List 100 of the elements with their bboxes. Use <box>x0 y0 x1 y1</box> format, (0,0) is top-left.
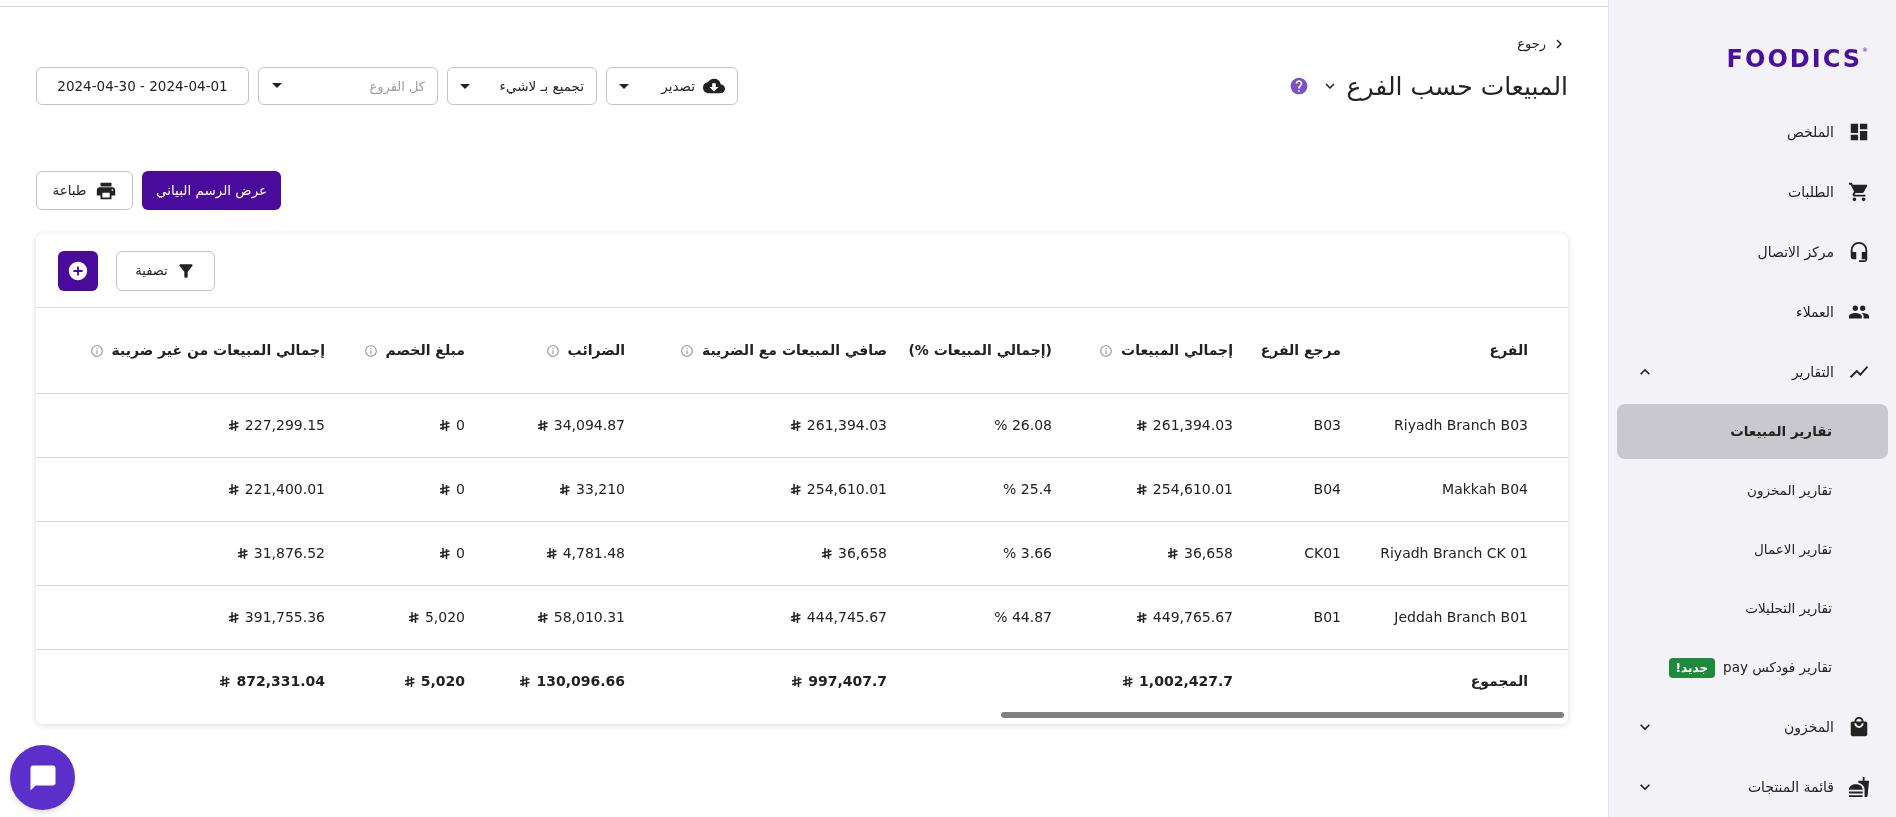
amount: 34,094.87 <box>553 416 625 435</box>
riyal-icon <box>536 611 548 624</box>
column-header: صافي المبيعات مع الضريبة <box>701 341 887 361</box>
column-header: الضرائب <box>567 341 625 361</box>
table-cell-text: B03 <box>1313 416 1341 435</box>
nav-item[interactable]: التقارير <box>1609 342 1896 402</box>
filter-button[interactable]: تصفية <box>116 250 215 291</box>
caret-icon <box>460 83 470 89</box>
nav-item[interactable]: مركز الاتصال <box>1609 222 1896 282</box>
nav-subitem[interactable]: تقارير التحليلات <box>1617 581 1888 636</box>
amount: 391,755.36 <box>244 608 325 627</box>
nav-label: المخزون <box>1782 717 1834 738</box>
nav-label: العملاء <box>1795 302 1834 322</box>
riyal-icon <box>236 547 248 560</box>
table-cell-text: CK01 <box>1304 544 1341 563</box>
info-icon[interactable] <box>545 343 560 358</box>
riyal-icon <box>789 419 801 432</box>
riyal-icon <box>1135 611 1147 624</box>
table-cell-text: Riyadh Branch B03 <box>1394 416 1528 435</box>
amount: 58,010.31 <box>553 608 625 627</box>
nav-label: الملخص <box>1785 122 1834 143</box>
cart-icon <box>1848 181 1870 203</box>
dashboard-icon <box>1848 121 1870 143</box>
riyal-icon <box>1122 674 1134 688</box>
table-cell-text: B01 <box>1313 608 1341 627</box>
riyal-icon <box>227 483 239 496</box>
nav-subitem[interactable]: تقارير المخزون <box>1617 463 1888 518</box>
nav-subitem[interactable]: تقارير الاعمال <box>1617 522 1888 577</box>
column-header: مرجع الفرع <box>1260 341 1341 361</box>
info-icon[interactable] <box>89 343 104 358</box>
total-label: المجموع <box>1470 671 1528 692</box>
riyal-icon <box>791 674 803 688</box>
nav-item[interactable]: قائمة المنتجات <box>1609 757 1896 817</box>
amount: 254,610.01 <box>806 480 887 499</box>
headset-icon <box>1848 241 1870 263</box>
group-by-dropdown[interactable]: تجميع بـ لاشيء <box>447 67 597 105</box>
column-header: (إجمالي المبيعات %) <box>908 341 1052 360</box>
back-link[interactable]: رجوع <box>1517 35 1568 53</box>
nav-label: التقارير <box>1790 362 1834 383</box>
amount: 5,020 <box>424 608 465 627</box>
riyal-icon <box>407 611 419 624</box>
help-icon[interactable] <box>1288 76 1309 96</box>
export-dropdown[interactable]: تصدير <box>606 67 738 105</box>
branches-select[interactable]: كل الفروع <box>258 67 438 105</box>
percentage: % 3.66 <box>1003 544 1052 563</box>
riyal-icon <box>227 611 239 624</box>
amount: 36,658 <box>838 544 887 563</box>
amount: 261,394.03 <box>806 416 887 435</box>
riyal-icon <box>227 419 239 432</box>
amount: 254,610.01 <box>1152 480 1233 499</box>
scrollbar[interactable] <box>1001 712 1564 718</box>
riyal-icon <box>789 483 801 496</box>
amount: 0 <box>456 416 465 435</box>
bag-icon <box>1848 716 1870 738</box>
riyal-icon <box>1135 419 1147 432</box>
riyal-icon <box>403 674 415 688</box>
chat-button[interactable] <box>10 745 75 810</box>
riyal-icon <box>789 611 801 624</box>
percentage: % 26.08 <box>994 416 1052 435</box>
table-cell-text: Jeddah Branch B01 <box>1394 608 1528 627</box>
nav-label: تقارير فودكس pay <box>1723 658 1832 678</box>
plus-icon <box>67 259 89 282</box>
print-button[interactable]: طباعة <box>36 171 133 210</box>
info-icon[interactable] <box>363 343 378 358</box>
column-header: مبلغ الخصم <box>385 341 465 361</box>
riyal-icon <box>821 547 832 560</box>
table-cell-text: B04 <box>1313 480 1341 499</box>
column-header: إجمالي المبيعات <box>1121 341 1233 360</box>
add-button[interactable] <box>58 250 98 291</box>
nav-item[interactable]: المخزون <box>1609 697 1896 757</box>
nav-item[interactable]: الطلبات <box>1609 162 1896 222</box>
amount: 261,394.03 <box>1152 416 1233 435</box>
chart-button[interactable]: عرض الرسم البياني <box>142 171 282 210</box>
amount: 227,299.15 <box>244 416 325 435</box>
riyal-icon <box>219 674 231 688</box>
nav-item[interactable]: الملخص <box>1609 102 1896 162</box>
amount: 444,745.67 <box>806 608 887 627</box>
riyal-icon <box>1135 483 1147 496</box>
new-badge: جديد! <box>1668 657 1716 678</box>
amount: 221,400.01 <box>244 480 325 499</box>
riyal-icon <box>536 419 548 432</box>
riyal-icon <box>1167 547 1178 560</box>
amount: 0 <box>456 480 465 499</box>
food-icon <box>1848 776 1870 798</box>
info-icon[interactable] <box>1099 343 1114 358</box>
column-header: إجمالي المبيعات من غير ضريبة <box>111 341 325 361</box>
info-icon[interactable] <box>679 343 694 358</box>
date-range-field[interactable]: 2024-04-30 - 2024-04-01 <box>36 67 249 105</box>
amount: 130,096.66 <box>536 671 625 691</box>
nav-item[interactable]: العملاء <box>1609 282 1896 342</box>
amount: 33,210 <box>576 480 625 499</box>
amount: 449,765.67 <box>1152 608 1233 627</box>
nav-subitem[interactable]: تقارير المبيعات <box>1617 404 1888 459</box>
amount: 31,876.52 <box>253 544 325 563</box>
riyal-icon <box>545 547 557 560</box>
nav-subitem[interactable]: تقارير فودكس pay جديد! <box>1617 640 1888 695</box>
amount: 1,002,427.7 <box>1139 671 1233 691</box>
amount: 5,020 <box>420 671 465 691</box>
table-cell-text: Makkah B04 <box>1442 480 1528 499</box>
nav-label: تقارير التحليلات <box>1745 599 1832 619</box>
